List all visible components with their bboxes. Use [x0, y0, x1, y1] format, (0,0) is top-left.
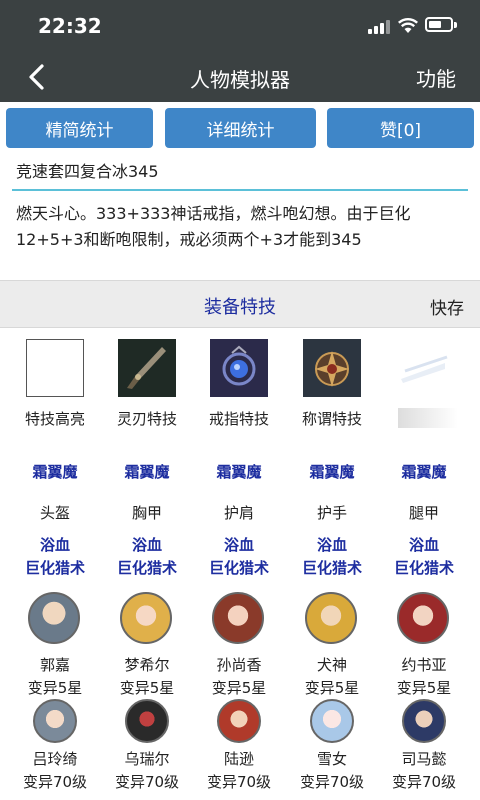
- armor-enchant: 霜翼魔: [32, 463, 78, 481]
- armor-skill-2: 巨化猎术: [116, 559, 177, 577]
- hero-rank: 变异70级: [114, 773, 180, 791]
- hero-name: 吕玲绮: [32, 750, 78, 768]
- armor-skill-2: 巨化猎术: [24, 559, 85, 577]
- armor-enchant: 霜翼魔: [124, 463, 170, 481]
- function-button[interactable]: 功能: [416, 63, 456, 92]
- armor-skill-1: 浴血: [408, 536, 439, 554]
- armor-skill-2: 巨化猎术: [393, 559, 454, 577]
- hero-rank: 变异5星: [211, 679, 267, 697]
- hero-rank: 变异5星: [304, 679, 360, 697]
- section-title: 装备特技: [204, 297, 276, 318]
- hero-avatar[interactable]: [28, 592, 80, 644]
- page-title: 人物模拟器: [190, 68, 290, 92]
- hero-avatar[interactable]: [305, 592, 357, 644]
- hero-rank: 变异5星: [27, 679, 83, 697]
- hero-name: 孙尚香: [216, 656, 262, 674]
- hero-name: 乌瑞尔: [124, 750, 170, 768]
- armor-slot-helmet[interactable]: 头盔: [9, 502, 101, 523]
- armor-skill-2: 巨化猎术: [301, 559, 362, 577]
- armor-slot-chest[interactable]: 胸甲: [101, 502, 193, 523]
- armor-skill-1: 浴血: [223, 536, 254, 554]
- slot-label: 特技高亮: [24, 410, 85, 428]
- title-emblem-icon[interactable]: [303, 339, 361, 397]
- armor-enchant: 霜翼魔: [309, 463, 355, 481]
- hero-rank: 变异5星: [119, 679, 175, 697]
- battery-tip: [454, 22, 457, 28]
- hero-avatar[interactable]: [402, 699, 446, 743]
- hero-rank: 变异70级: [22, 773, 88, 791]
- hero-name: 郭嘉: [39, 656, 70, 674]
- ring-icon[interactable]: [210, 339, 268, 397]
- nav-bar: 人物模拟器 功能: [0, 52, 480, 102]
- armor-skill-1: 浴血: [39, 536, 70, 554]
- faded-icon: [395, 339, 453, 397]
- hero-name: 陆逊: [223, 750, 254, 768]
- armor-skill-1: 浴血: [316, 536, 347, 554]
- hero-rank: 变异70级: [206, 773, 272, 791]
- empty-slot-icon[interactable]: [26, 339, 84, 397]
- hero-avatar[interactable]: [33, 699, 77, 743]
- hero-avatar[interactable]: [397, 592, 449, 644]
- blade-icon[interactable]: [118, 339, 176, 397]
- simple-stats-button[interactable]: 精简统计: [6, 108, 153, 148]
- hero-avatar[interactable]: [120, 592, 172, 644]
- slot-label: 戒指特技: [208, 410, 269, 428]
- wifi-icon: [397, 18, 419, 33]
- hero-name: 犬神: [316, 656, 347, 674]
- faded-slot-label: [398, 408, 458, 428]
- hero-avatar[interactable]: [212, 592, 264, 644]
- stats-button-row: 精简统计 详细统计 赞[0]: [0, 108, 480, 148]
- equipment-skill-header: 装备特技 快存: [0, 280, 480, 328]
- status-time: 22:32: [38, 14, 102, 38]
- armor-slot-legs[interactable]: 腿甲: [378, 502, 470, 523]
- slot-label: 称谓特技: [301, 410, 362, 428]
- armor-enchant: 霜翼魔: [401, 463, 447, 481]
- hero-rank: 变异5星: [396, 679, 452, 697]
- hero-rank: 变异70级: [299, 773, 365, 791]
- hero-rank: 变异70级: [391, 773, 457, 791]
- hero-avatar[interactable]: [125, 699, 169, 743]
- hero-avatar[interactable]: [217, 699, 261, 743]
- build-description: 燃天斗心。333+333神话戒指，燃斗咆幻想。由于巨化12+5+3和断咆限制，戒…: [16, 204, 411, 249]
- armor-slot-gloves[interactable]: 护手: [286, 502, 378, 523]
- signal-icon: [368, 18, 392, 34]
- status-bar: 22:32: [0, 0, 480, 52]
- hero-name: 雪女: [316, 750, 347, 768]
- input-underline: [12, 189, 468, 191]
- armor-skill-2: 巨化猎术: [208, 559, 269, 577]
- detail-stats-button[interactable]: 详细统计: [165, 108, 316, 148]
- like-button[interactable]: 赞[0]: [327, 108, 474, 148]
- hero-avatar[interactable]: [310, 699, 354, 743]
- armor-enchant: 霜翼魔: [216, 463, 262, 481]
- hero-name: 司马懿: [401, 750, 447, 768]
- slot-label: 灵刃特技: [116, 410, 177, 428]
- quick-save-button[interactable]: 快存: [430, 294, 464, 319]
- armor-skill-1: 浴血: [131, 536, 162, 554]
- build-name-field[interactable]: 竞速套四复合冰345: [16, 158, 159, 182]
- armor-slot-shoulder[interactable]: 护肩: [193, 502, 285, 523]
- hero-name: 梦希尔: [124, 656, 170, 674]
- hero-name: 约书亚: [401, 656, 447, 674]
- battery-icon: [425, 17, 453, 32]
